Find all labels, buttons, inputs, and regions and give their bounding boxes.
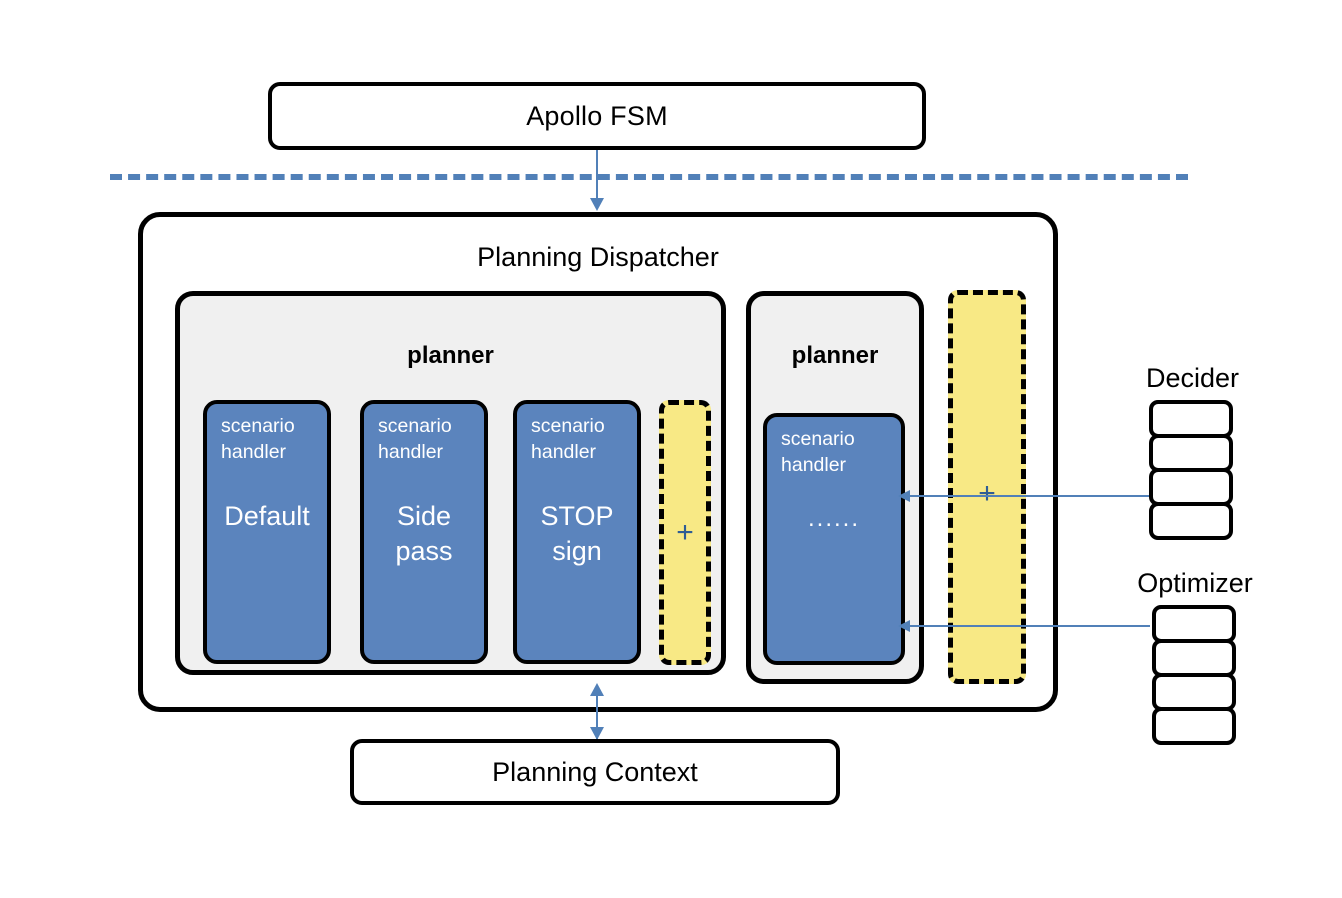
- optimizer-stack: [1152, 605, 1236, 745]
- apollo-fsm-label: Apollo FSM: [526, 100, 668, 131]
- decider-stack: [1149, 400, 1233, 540]
- scenario-handler-name-line2: sign: [552, 536, 602, 567]
- decider-cell[interactable]: [1149, 468, 1233, 506]
- optimizer-cell[interactable]: [1152, 639, 1236, 677]
- scenario-handler-kind: scenario handler: [215, 414, 319, 465]
- scenario-handler-more[interactable]: scenario handler ......: [763, 413, 905, 665]
- scenario-handler-name-line2: pass: [395, 536, 453, 567]
- scenario-handler-kind-line1: scenario: [531, 415, 605, 437]
- optimizer-cell[interactable]: [1152, 605, 1236, 643]
- planner-a-label: planner: [407, 342, 494, 369]
- planner-b-label: planner: [791, 342, 879, 369]
- optimizer-cell[interactable]: [1152, 673, 1236, 711]
- scenario-handler-kind-line1: scenario: [221, 415, 295, 437]
- scenario-handler-kind: scenario handler: [525, 414, 629, 465]
- optimizer-connector-arrow-head-icon: [898, 620, 910, 632]
- layer-separator-dashed-line: [110, 174, 1188, 180]
- scenario-handler-kind-line2: handler: [378, 440, 444, 463]
- optimizer-connector-line: [900, 625, 1150, 627]
- decider-cell[interactable]: [1149, 434, 1233, 472]
- scenario-handler-default[interactable]: scenario handler Default: [203, 400, 331, 664]
- scenario-handler-kind: scenario handler: [775, 427, 893, 478]
- optimizer-cell[interactable]: [1152, 707, 1236, 745]
- scenario-handler-name-line1: STOP: [540, 501, 614, 532]
- fsm-to-dispatcher-arrow-head-icon: [590, 198, 604, 211]
- add-scenario-handler-slot[interactable]: +: [659, 400, 711, 665]
- scenario-handler-kind-line2: handler: [221, 440, 287, 463]
- decider-title: Decider: [1145, 363, 1240, 393]
- scenario-handler-name: STOP sign: [525, 499, 629, 568]
- planning-context-label: Planning Context: [492, 756, 698, 787]
- planning-dispatcher-label: Planning Dispatcher: [477, 241, 719, 272]
- decider-cell[interactable]: [1149, 502, 1233, 540]
- diagram-canvas: Apollo FSM Planning Dispatcher planner s…: [0, 0, 1342, 898]
- decider-cell[interactable]: [1149, 400, 1233, 438]
- scenario-handler-kind-line1: scenario: [378, 415, 452, 437]
- optimizer-title: Optimizer: [1137, 568, 1253, 598]
- scenario-handler-kind-line2: handler: [531, 440, 597, 463]
- scenario-handler-side-pass[interactable]: scenario handler Side pass: [360, 400, 488, 664]
- scenario-handler-name: Side pass: [372, 499, 476, 568]
- planning-context-box: Planning Context: [350, 739, 840, 805]
- scenario-handler-kind-line1: scenario: [781, 428, 855, 450]
- scenario-handler-stop-sign[interactable]: scenario handler STOP sign: [513, 400, 641, 664]
- decider-connector-arrow-head-icon: [898, 490, 910, 502]
- scenario-handler-name: Default: [224, 501, 310, 532]
- scenario-handler-name-line1: Side: [396, 501, 452, 532]
- scenario-handler-kind: scenario handler: [372, 414, 476, 465]
- apollo-fsm-box: Apollo FSM: [268, 82, 926, 150]
- decider-connector-line: [900, 495, 1150, 497]
- plus-icon: +: [676, 515, 694, 549]
- scenario-handler-name: ......: [807, 505, 860, 533]
- scenario-handler-kind-line2: handler: [781, 453, 847, 476]
- planning-dispatcher-title: Planning Dispatcher: [138, 237, 1058, 277]
- plus-icon: +: [978, 477, 996, 510]
